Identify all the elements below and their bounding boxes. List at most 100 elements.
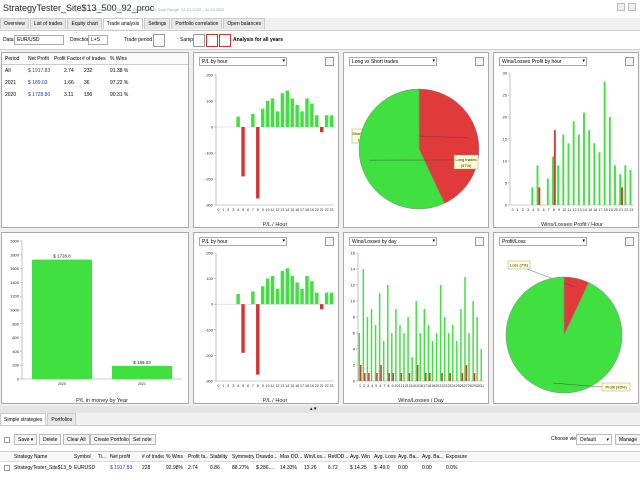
- direction-select[interactable]: L+S: [88, 35, 108, 45]
- tab-trade-analysis[interactable]: Trade analysis: [102, 18, 144, 29]
- results-col-header[interactable]: Exposure: [446, 454, 470, 460]
- tab-equity-chart[interactable]: Equity chart: [67, 18, 102, 29]
- bar: [378, 293, 381, 381]
- results-col-header[interactable]: Ti...: [98, 454, 108, 460]
- results-col-header[interactable]: Max DD...: [280, 454, 302, 460]
- cell-net-profit: $ 1728.80: [28, 92, 51, 98]
- table-row[interactable]: StrategyTester_Site$13_500...EURUSD $ 191…: [0, 463, 640, 473]
- tab-overview[interactable]: Overview: [0, 18, 29, 29]
- bar: [370, 309, 373, 381]
- bar: [305, 98, 309, 127]
- table-row[interactable]: 2021 $ 189.03 1.66 36 97.22 %: [2, 77, 188, 89]
- maximize-icon[interactable]: [325, 57, 334, 66]
- y-tick-label: 20: [503, 115, 508, 120]
- results-col-header[interactable]: Symbol: [74, 454, 96, 460]
- x-tick-label: 0: [512, 208, 514, 212]
- col-num-trades[interactable]: # of trades: [82, 56, 110, 62]
- tab-list-of-trades[interactable]: List of trades: [29, 18, 67, 29]
- results-col-header[interactable]: Avg. Ba...: [398, 454, 420, 460]
- tab-open-balances[interactable]: Open balances: [223, 18, 266, 29]
- col-profit-factor[interactable]: Profit Factor: [54, 56, 82, 62]
- wins-losses-hour-chart: Wins/Losses Profit by hour ▾ 30 25 20 15 10 5 0…: [493, 52, 639, 228]
- results-col-header[interactable]: Avg. Win: [350, 454, 372, 460]
- x-tick-label: 4: [371, 384, 373, 388]
- chart-type-dropdown[interactable]: P/L by hour ▾: [199, 57, 287, 66]
- save-button[interactable]: Save ▾: [14, 434, 38, 445]
- tab-simple-strategies[interactable]: Simple strategies: [0, 413, 47, 425]
- results-col-header[interactable]: Net profit: [110, 454, 140, 460]
- bar: [536, 165, 539, 205]
- panel-splitter[interactable]: ▴ ▾: [0, 406, 640, 413]
- results-col-header[interactable]: Profit fa...: [188, 454, 208, 460]
- y-tick-label: 0: [505, 203, 508, 208]
- results-col-header[interactable]: Ret/DD ...: [328, 454, 348, 460]
- table-row[interactable]: 2020 $ 1728.80 3.11 196 90.31 %: [2, 89, 188, 101]
- chart-type-dropdown[interactable]: Wins/Losses by day ▾: [349, 237, 437, 246]
- bar: [480, 349, 482, 381]
- bar: [285, 268, 290, 305]
- period-hour-icon[interactable]: [153, 34, 165, 47]
- select-all-checkbox[interactable]: [4, 437, 10, 443]
- bar: [461, 373, 464, 381]
- y-tick-label: -200: [205, 177, 214, 182]
- manage-button[interactable]: Manage: [615, 434, 640, 445]
- col-period[interactable]: Period: [2, 56, 28, 62]
- tab-portfolio-correlation[interactable]: Portfolio correlation: [171, 18, 223, 29]
- maximize-icon[interactable]: [625, 57, 634, 66]
- sample-all-icon[interactable]: [193, 34, 205, 47]
- chart-type-dropdown[interactable]: Profit/Loss ▾: [499, 237, 587, 246]
- y-tick-label: 2000: [10, 239, 20, 244]
- chart-type-dropdown[interactable]: Wins/Losses Profit by hour ▾: [499, 57, 587, 66]
- results-cell: 0.00: [422, 465, 432, 471]
- x-tick-label: 22: [325, 384, 329, 388]
- data-select[interactable]: EUR/USD: [14, 35, 64, 45]
- chart-type-dropdown[interactable]: Long vs Short trades ▾: [349, 57, 437, 66]
- tab-settings[interactable]: Settings: [144, 18, 171, 29]
- chart-type-dropdown[interactable]: P/L by hour ▾: [199, 237, 287, 246]
- maximize-icon[interactable]: [475, 237, 484, 246]
- x-tick-label: 21: [619, 208, 623, 212]
- col-net-profit[interactable]: Net Profit: [28, 56, 54, 62]
- sample-is-icon[interactable]: [206, 34, 218, 47]
- table-row[interactable]: All $ 1917.83 2.74 232 91.38 %: [2, 65, 188, 77]
- clear-all-button[interactable]: Clear All: [63, 434, 90, 445]
- sample-oos-icon[interactable]: [219, 34, 231, 47]
- set-note-button[interactable]: Set note: [129, 434, 156, 445]
- results-col-header[interactable]: Stability: [210, 454, 230, 460]
- bar: [295, 104, 299, 127]
- bar: [32, 259, 92, 379]
- results-col-header[interactable]: Strategy Name: [14, 454, 72, 460]
- maximize-icon[interactable]: [625, 237, 634, 246]
- bar: [465, 365, 468, 381]
- bar: [260, 108, 265, 127]
- results-col-header[interactable]: Avg. Ba...: [422, 454, 444, 460]
- delete-button[interactable]: Delete: [39, 434, 62, 445]
- col-pct-wins[interactable]: % Wins: [110, 56, 138, 62]
- x-tick-label: 15: [588, 208, 592, 212]
- choose-view-select[interactable]: Default ▾: [576, 434, 612, 445]
- results-col-header[interactable]: Symmetry: [232, 454, 254, 460]
- results-col-header[interactable]: Win/Los...: [304, 454, 326, 460]
- y-tick-label: 5: [505, 181, 508, 186]
- create-portfolio-button[interactable]: Create Portfolio: [90, 434, 133, 445]
- minimize-icon[interactable]: [617, 3, 625, 11]
- maximize-icon[interactable]: [628, 3, 636, 11]
- tab-portfolios[interactable]: Portfolios: [47, 413, 77, 425]
- maximize-icon[interactable]: [325, 237, 334, 246]
- results-col-header[interactable]: % Wins: [166, 454, 186, 460]
- results-cell: 13.26: [304, 465, 317, 471]
- results-col-header[interactable]: # of trades: [142, 454, 164, 460]
- y-tick-label: 200: [12, 363, 19, 368]
- y-tick-label: 4: [353, 347, 356, 352]
- results-col-header[interactable]: Avg. Loss: [374, 454, 396, 460]
- row-checkbox[interactable]: [4, 465, 10, 471]
- y-tick-label: -100: [205, 327, 214, 332]
- collapse-icon[interactable]: ▴ ▾: [310, 406, 316, 412]
- bar: [382, 341, 385, 381]
- bar: [588, 130, 591, 205]
- results-col-header[interactable]: Drawdo...: [256, 454, 278, 460]
- bar: [415, 301, 417, 381]
- bar: [464, 277, 466, 381]
- pl-by-year-chart: 2000 1800 1600 1400 1200 1000 800 600 400 200 0 202…: [1, 232, 189, 404]
- maximize-icon[interactable]: [475, 57, 484, 66]
